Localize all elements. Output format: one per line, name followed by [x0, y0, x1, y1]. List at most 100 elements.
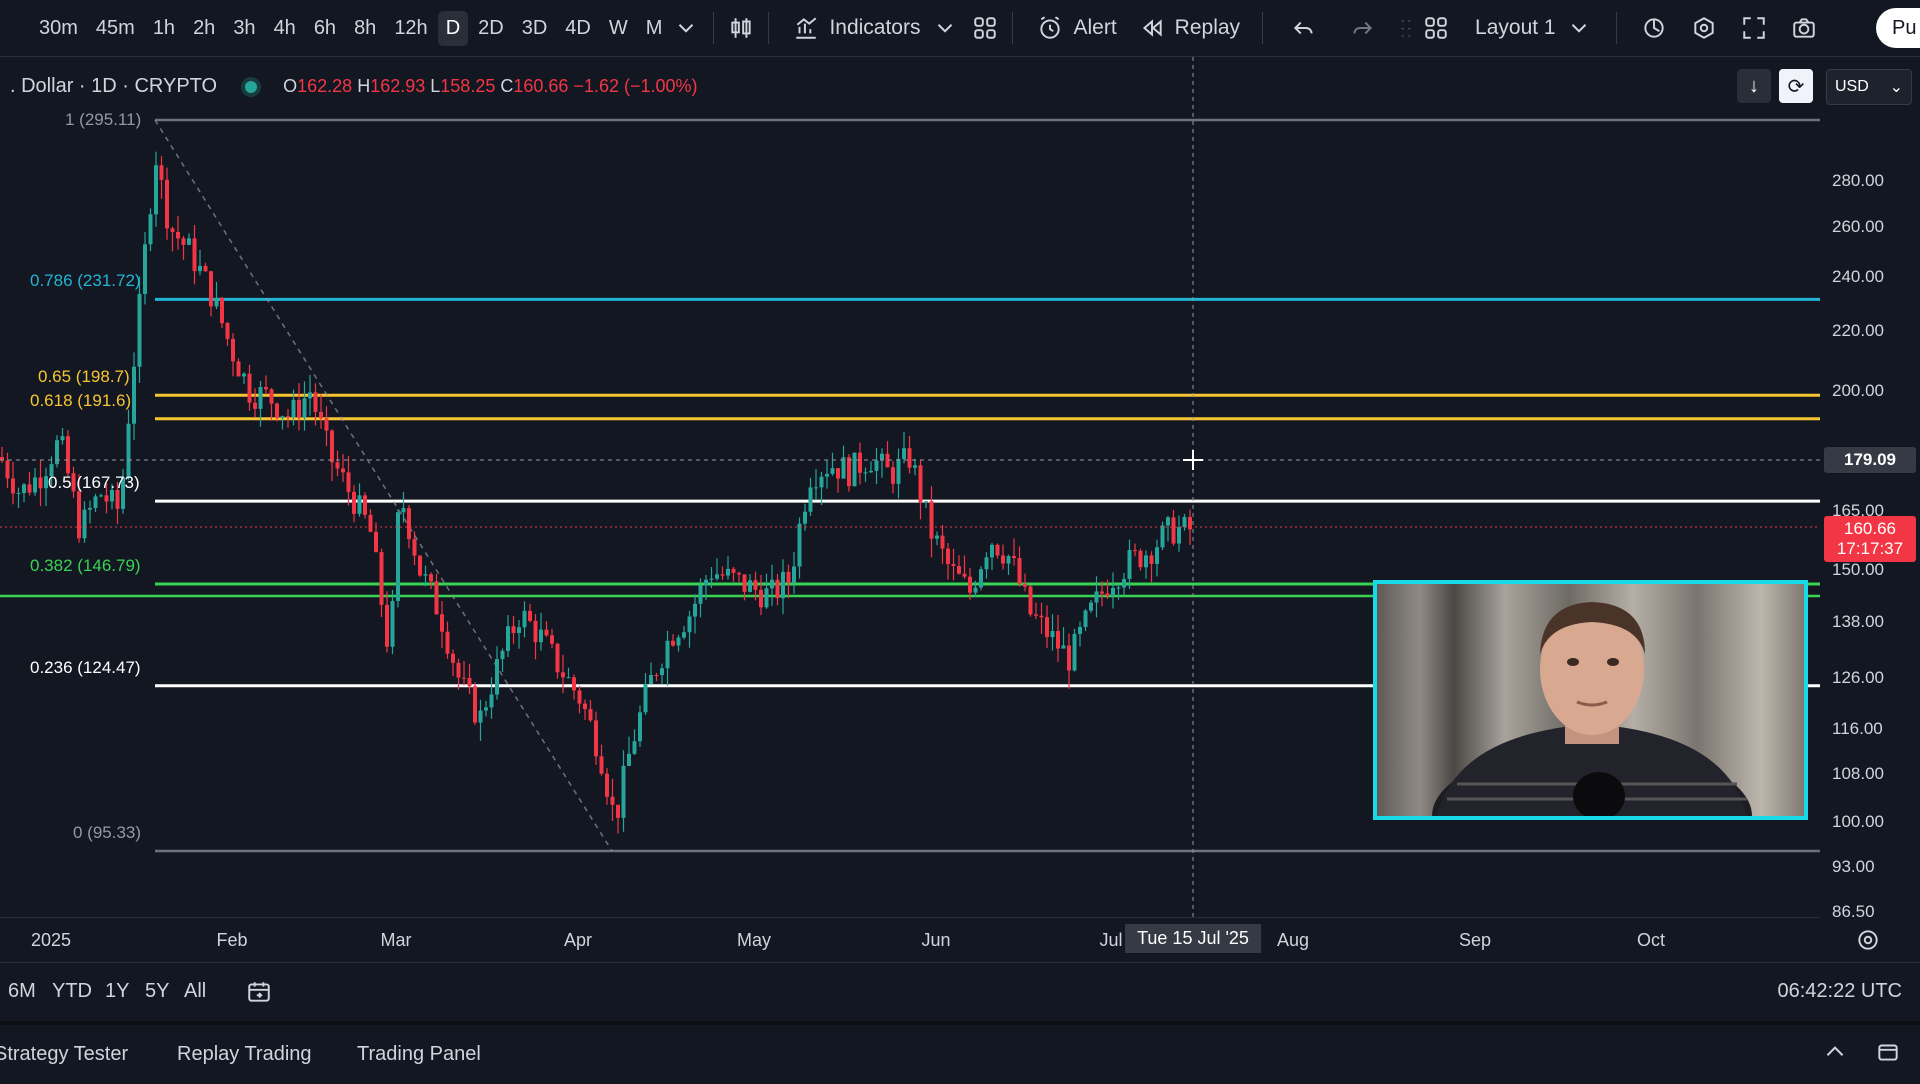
candle-body [555, 643, 560, 673]
range-all[interactable]: All [184, 980, 206, 1003]
candle-body [676, 637, 681, 646]
candle-body [407, 508, 411, 540]
tab-trading-panel[interactable]: Trading Panel [357, 1043, 481, 1066]
timeframe-6h[interactable]: 6h [306, 11, 344, 46]
candle-body [632, 741, 637, 754]
chevron-down-icon[interactable] [930, 13, 960, 43]
candle-body [517, 627, 521, 634]
candle-body [38, 477, 43, 489]
price-tick: 280.00 [1832, 171, 1884, 190]
tab-strategy-tester[interactable]: Strategy Tester [0, 1043, 128, 1066]
alert-icon [1035, 13, 1065, 43]
alert-button[interactable]: Alert [1025, 7, 1126, 49]
calendar-icon[interactable] [244, 977, 274, 1007]
range-5y[interactable]: 5Y [145, 980, 169, 1003]
timeframe-2h[interactable]: 2h [185, 11, 223, 46]
quick-search-icon[interactable] [1639, 13, 1669, 43]
candle-body [291, 399, 296, 418]
candle-body [27, 484, 32, 493]
timeframe-4d[interactable]: 4D [557, 11, 599, 46]
auto-scale-button[interactable]: ⟳ [1779, 69, 1813, 103]
timeframe-30m[interactable]: 30m [31, 11, 86, 46]
candle-body [682, 632, 686, 638]
range-6m[interactable]: 6M [8, 980, 36, 1003]
candle-body [577, 690, 582, 704]
publish-button[interactable]: Pu [1876, 8, 1920, 48]
timeframe-3d[interactable]: 3D [514, 11, 556, 46]
candle-body [957, 566, 961, 574]
undo-icon[interactable] [1289, 13, 1319, 43]
chart-pane[interactable]: 1 (295.11) 0.786 (231.72) 0.65 (198.7) 0.61… [0, 57, 1920, 962]
candle-body [192, 238, 197, 272]
candle-body [544, 629, 549, 636]
layout-selector[interactable]: Layout 1 [1465, 7, 1604, 49]
time-scale[interactable]: 2025 Feb Mar Apr May Jun Jul Aug Sep Oct Tue 15 J… [0, 917, 1878, 962]
candle-body [396, 512, 400, 602]
candle-body [247, 373, 252, 403]
timeframe-m[interactable]: M [638, 11, 671, 46]
alert-label: Alert [1073, 16, 1117, 39]
price-scale[interactable]: 280.00 260.00 240.00 220.00 200.00 165.00 150.… [1820, 57, 1920, 921]
templates-icon[interactable] [970, 13, 1000, 43]
replay-label: Replay [1174, 16, 1241, 39]
drag-handle-icon [1391, 13, 1421, 43]
utc-clock[interactable]: 06:42:22 UTC [1777, 980, 1902, 1003]
timeframe-d[interactable]: D [437, 10, 469, 46]
candle-body [451, 653, 455, 663]
candle-body [1122, 579, 1126, 588]
symbol-legend: . Dollar · 1D · CRYPTO O162.28 H162.93 L… [10, 75, 698, 98]
symbol-title[interactable]: . Dollar · 1D · CRYPTO [10, 75, 217, 98]
presenter-image [1432, 602, 1752, 816]
candle-body [852, 452, 857, 487]
candle-body [599, 756, 604, 774]
candles-icon[interactable] [726, 13, 756, 43]
candle-body [319, 411, 323, 419]
close-label: C [500, 76, 514, 96]
fib-label: 0.618 (191.6) [30, 390, 132, 410]
candle-body [704, 579, 708, 586]
candle-body [308, 392, 312, 399]
high-label: H [357, 76, 371, 96]
candle-body [511, 626, 516, 634]
timeframe-2d[interactable]: 2D [470, 11, 512, 46]
candle-body [709, 578, 714, 580]
range-ytd[interactable]: YTD [52, 980, 92, 1003]
fullscreen-icon[interactable] [1739, 13, 1769, 43]
timeframe-1h[interactable]: 1h [145, 11, 183, 46]
timeframe-45m[interactable]: 45m [88, 11, 143, 46]
indicators-icon [791, 13, 821, 43]
indicators-button[interactable]: Indicators [781, 7, 930, 49]
time-label: May [736, 930, 772, 950]
currency-select[interactable]: USD ⌄ [1826, 69, 1912, 105]
time-label: Jul [1099, 930, 1123, 950]
candle-body [1056, 631, 1060, 649]
timeframe-8h[interactable]: 8h [346, 11, 384, 46]
range-1y[interactable]: 1Y [105, 980, 129, 1003]
tab-replay-trading[interactable]: Replay Trading [177, 1043, 312, 1066]
candle-body [951, 564, 956, 567]
candle-body [1144, 555, 1148, 568]
timeframe-3h[interactable]: 3h [225, 11, 263, 46]
candle-body [1138, 550, 1143, 568]
chevron-down-icon[interactable] [671, 13, 701, 43]
replay-icon [1137, 13, 1167, 43]
camera-icon[interactable] [1789, 13, 1819, 43]
settings-icon[interactable] [1853, 925, 1883, 955]
replay-button[interactable]: Replay [1127, 7, 1250, 49]
candle-body [126, 423, 131, 478]
scroll-to-latest-button[interactable]: ↓ [1737, 69, 1771, 103]
settings-icon[interactable] [1689, 13, 1719, 43]
timeframe-4h[interactable]: 4h [266, 11, 304, 46]
timeframe-w[interactable]: W [601, 11, 636, 46]
chevron-up-icon[interactable] [1820, 1037, 1850, 1067]
timeframe-12h[interactable]: 12h [386, 11, 435, 46]
layout-icon[interactable] [1421, 13, 1451, 43]
maximize-icon[interactable] [1873, 1037, 1903, 1067]
time-label: Aug [1276, 930, 1310, 950]
candle-body [1045, 617, 1049, 638]
candle-body [132, 366, 136, 424]
redo-icon[interactable] [1347, 13, 1377, 43]
candle-body [401, 508, 406, 513]
layout-label: Layout 1 [1475, 16, 1556, 39]
candle-body [1155, 547, 1159, 564]
